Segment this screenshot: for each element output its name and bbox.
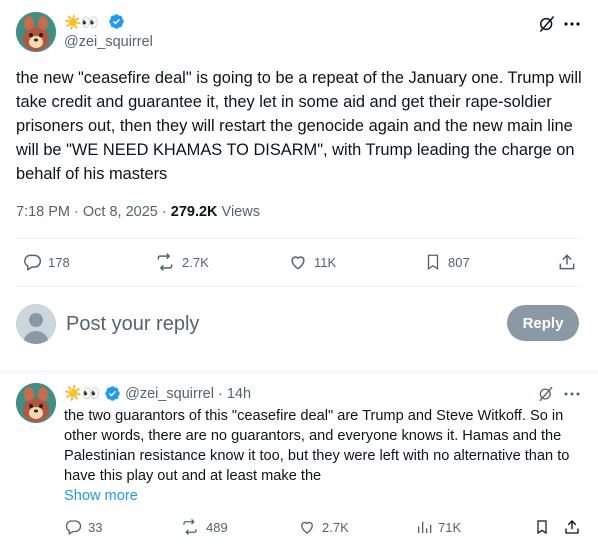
like-icon xyxy=(288,252,308,272)
reply-views-count: 71K xyxy=(438,519,462,535)
views-icon xyxy=(416,518,432,536)
like-count: 11K xyxy=(314,254,337,270)
reply-header: ☀️👀 @zei_squirrel · 14h xyxy=(64,385,251,403)
reply-input-placeholder: Post your reply xyxy=(66,313,200,335)
reply-author-avatar[interactable] xyxy=(16,383,56,423)
like-action[interactable]: 11K xyxy=(288,252,336,272)
verified-icon xyxy=(108,13,125,30)
tweet-timestamp[interactable]: 7:18 PM · Oct 8, 2025 · xyxy=(16,204,171,220)
repost-icon xyxy=(180,518,200,536)
reply-like-count: 2.7K xyxy=(322,519,349,535)
share-icon[interactable] xyxy=(563,518,581,536)
tweet-views-label: Views xyxy=(217,204,260,220)
bookmark-count: 807 xyxy=(448,254,470,270)
reply-icon xyxy=(22,252,42,272)
tweet-meta: 7:18 PM · Oct 8, 2025 · 279.2K Views xyxy=(16,204,260,220)
reply-reply-count: 33 xyxy=(88,519,103,535)
show-more-link[interactable]: Show more xyxy=(64,486,138,506)
repost-icon xyxy=(154,252,176,272)
reply-action[interactable]: 178 xyxy=(22,252,70,272)
repost-count: 2.7K xyxy=(182,254,209,270)
divider xyxy=(16,286,582,287)
divider xyxy=(16,238,582,239)
reply-button[interactable]: Reply xyxy=(507,305,579,341)
grok-icon[interactable] xyxy=(537,14,557,34)
verified-icon xyxy=(104,385,121,402)
bookmark-action[interactable]: 807 xyxy=(424,252,470,272)
like-icon xyxy=(298,518,316,536)
author-emoji-name[interactable]: ☀️👀 xyxy=(64,13,99,31)
share-icon[interactable] xyxy=(557,252,577,272)
reply-repost-action[interactable]: 489 xyxy=(180,518,228,536)
composer-avatar[interactable] xyxy=(16,304,56,344)
divider xyxy=(0,371,598,372)
reply-age[interactable]: · 14h xyxy=(218,386,251,402)
reply-author-handle[interactable]: @zei_squirrel xyxy=(125,386,214,402)
reply-input[interactable]: Post your reply xyxy=(66,310,486,338)
author-handle[interactable]: @zei_squirrel xyxy=(64,34,153,50)
repost-action[interactable]: 2.7K xyxy=(154,252,209,272)
reply-text: the two guarantors of this "ceasefire de… xyxy=(64,408,570,484)
reply-like-action[interactable]: 2.7K xyxy=(298,518,349,536)
tweet-text: the new "ceasefire deal" is going to be … xyxy=(16,69,582,183)
reply-reply-action[interactable]: 33 xyxy=(64,518,102,536)
bookmark-icon[interactable] xyxy=(534,518,550,536)
more-icon[interactable] xyxy=(563,385,581,403)
bookmark-icon xyxy=(424,252,442,272)
reply-count: 178 xyxy=(48,254,70,270)
tweet-views-count: 279.2K xyxy=(170,204,218,220)
author-avatar[interactable] xyxy=(16,12,56,52)
author-display-emoji: ☀️👀 xyxy=(64,14,99,30)
more-icon[interactable] xyxy=(563,14,581,34)
reply-author-emoji[interactable]: ☀️👀 xyxy=(64,385,100,402)
reply-views-action[interactable]: 71K xyxy=(416,518,461,536)
reply-icon xyxy=(64,518,82,536)
reply-repost-count: 489 xyxy=(206,519,228,535)
grok-icon[interactable] xyxy=(537,385,555,403)
